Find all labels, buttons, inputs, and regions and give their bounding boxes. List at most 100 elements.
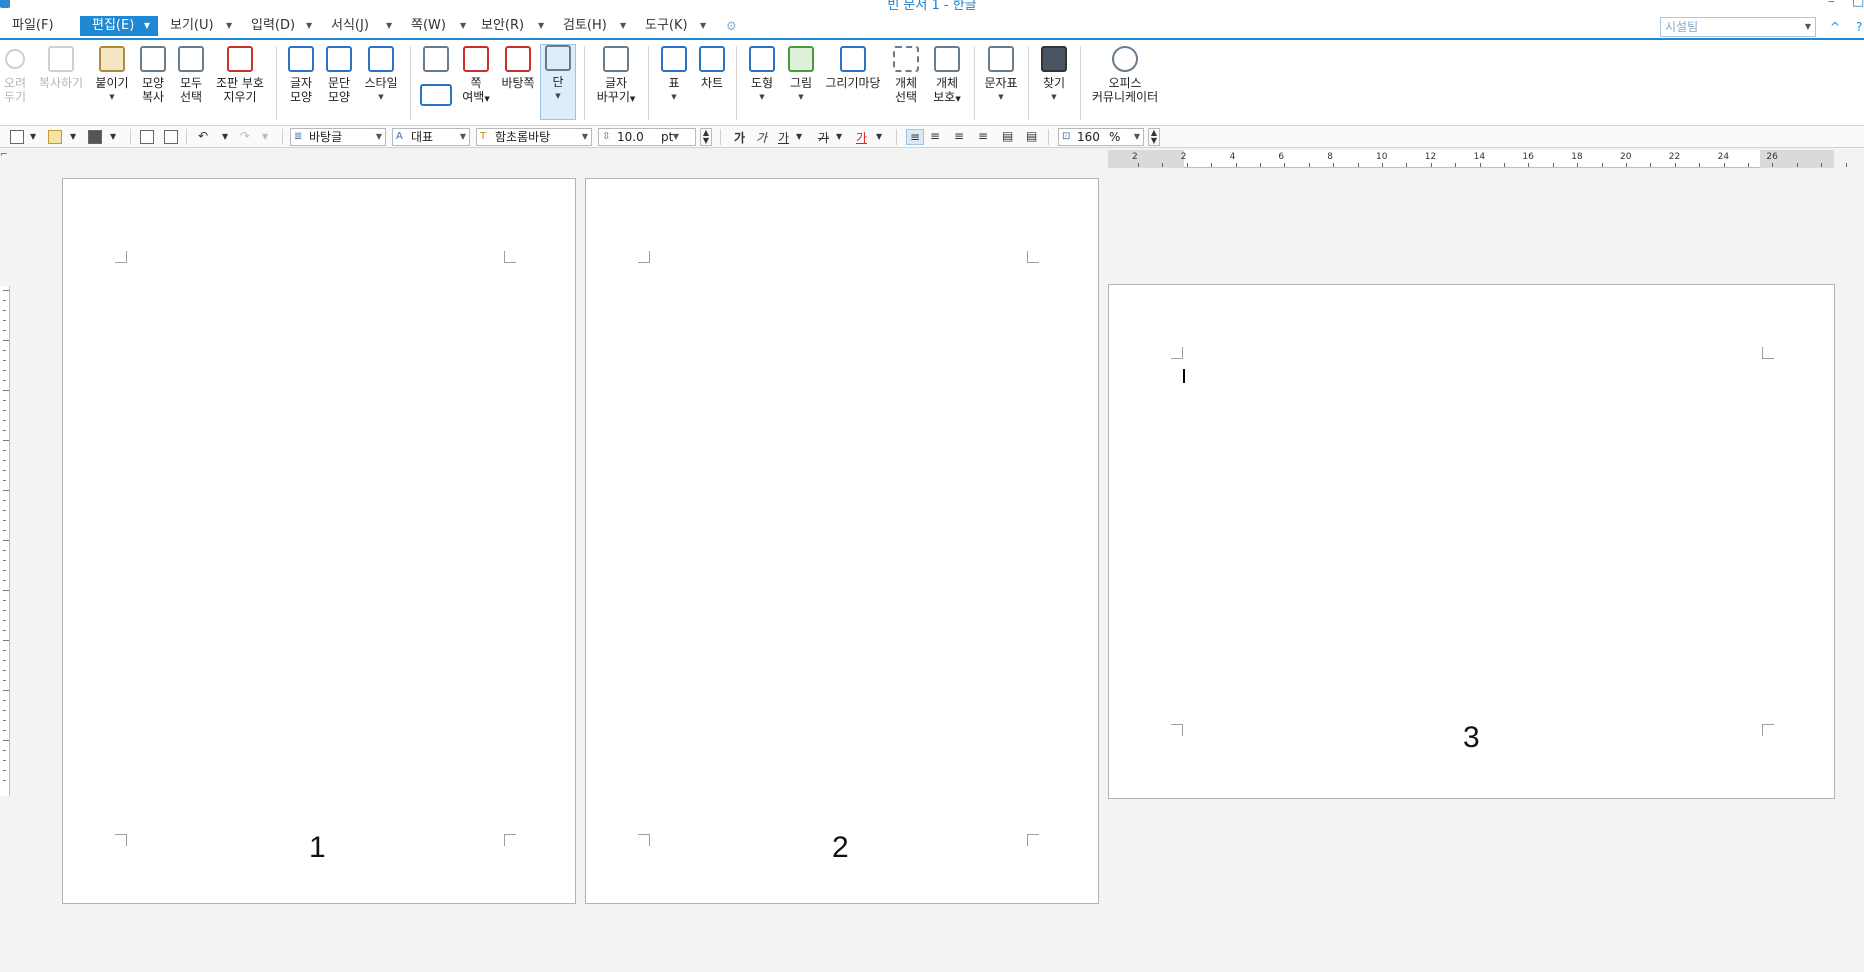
page-layout-button[interactable] [418,46,454,106]
font-select[interactable]: T 함초롬바탕 ▼ [476,128,592,146]
align-justify-icon[interactable]: ≡ [906,129,924,145]
ribbon-collapse-button[interactable]: ^ [1830,20,1840,34]
menu-tools-dropdown[interactable]: ▼ [700,16,706,36]
picture-button[interactable]: 그림 ▼ [784,46,818,104]
zoom-select[interactable]: ⊡ 160 % ▼ [1058,128,1144,146]
char-shape-icon [288,46,314,72]
ruler-corner[interactable]: ⌐ [0,150,10,168]
copy-button[interactable]: 복사하기 [36,46,86,90]
help-button[interactable]: ? [1856,20,1862,34]
ruler-number: 20 [1620,152,1632,162]
customize-icon[interactable]: ⚙ [726,16,737,36]
menu-review-dropdown[interactable]: ▼ [620,16,626,36]
vertical-ruler[interactable] [0,286,10,796]
menu-review[interactable]: 검토(H) [559,16,611,36]
object-protect-button[interactable]: 개체 보호▼ [928,46,966,106]
menu-security[interactable]: 보안(R) [477,16,528,36]
align-center-icon[interactable]: ≡ [954,129,964,143]
page-number: 2 [832,831,849,864]
underline-button[interactable]: 가 [778,129,789,146]
page-3[interactable]: 3 [1108,284,1835,799]
undo-icon[interactable]: ↶ [198,129,208,143]
underline-dropdown[interactable]: ▼ [796,132,802,141]
menu-insert-dropdown[interactable]: ▼ [306,16,312,36]
undo-dropdown[interactable]: ▼ [222,132,228,141]
menu-view-dropdown[interactable]: ▼ [226,16,232,36]
open-dropdown[interactable]: ▼ [70,132,76,141]
menu-tools[interactable]: 도구(K) [641,16,692,36]
table-button[interactable]: 표 ▼ [658,46,690,104]
chart-button[interactable]: 차트 [696,46,728,90]
format-copy-button[interactable]: 모양 복사 [138,46,168,104]
office-community-button[interactable]: 오피스 커뮤니케이터 [1088,46,1162,104]
page-2[interactable]: 2 [585,178,1099,904]
ruler-tick [3,530,6,531]
restore-button[interactable]: □ [1852,0,1864,9]
ruler-tick [3,550,6,551]
ruler-tick [3,730,6,731]
char-shape-button[interactable]: 글자 모양 [286,46,316,104]
para-shape-button[interactable]: 문단 모양 [324,46,354,104]
new-document-dropdown[interactable]: ▼ [30,132,36,141]
select-all-button[interactable]: 모두 선택 [176,46,206,104]
redo-icon[interactable]: ↷ [240,129,250,143]
chevron-down-icon: ▼ [555,92,561,100]
page-1[interactable]: 1 [62,178,576,904]
charmap-button[interactable]: 문자표 ▼ [982,46,1020,104]
align-left-icon[interactable]: ≡ [930,129,940,143]
font-size-input[interactable]: ⇳ 10.0 pt ▼ [598,128,696,146]
style-button[interactable]: 스타일 ▼ [360,46,402,104]
object-select-button[interactable]: 개체 선택 [890,46,922,104]
save-dropdown[interactable]: ▼ [110,132,116,141]
zoom-stepper[interactable]: ▲ ▼ [1148,128,1160,146]
print-icon[interactable] [140,130,154,144]
font-color-dropdown[interactable]: ▼ [876,132,882,141]
lock-icon [934,46,960,72]
menu-security-dropdown[interactable]: ▼ [538,16,544,36]
master-page-button[interactable]: 바탕쪽 [498,46,538,90]
strike-dropdown[interactable]: ▼ [836,132,842,141]
align-divide-icon[interactable]: ▤ [1026,129,1037,143]
minimize-button[interactable]: – [1828,0,1835,9]
remove-marks-button[interactable]: 조판 부호 지우기 [212,46,268,104]
redo-dropdown[interactable]: ▼ [262,132,268,141]
menu-insert[interactable]: 입력(D) [247,16,299,36]
menu-file[interactable]: 파일(F) [8,16,58,36]
separator [186,129,187,145]
open-folder-icon[interactable] [48,130,62,144]
font-color-button[interactable]: 가 [856,129,867,146]
italic-button[interactable]: 가 [756,129,767,146]
shape-button[interactable]: 도형 ▼ [746,46,778,104]
save-icon[interactable] [88,130,102,144]
ruler-number: 2 [1132,152,1138,162]
style-select[interactable]: ≣ 바탕글 ▼ [290,128,386,146]
style-name-combo[interactable]: 시설팀 ▼ [1660,17,1816,37]
menu-page-dropdown[interactable]: ▼ [460,16,466,36]
bold-button[interactable]: 가 [734,129,745,146]
replace-button[interactable]: 글자 바꾸기▼ [594,46,638,106]
page-margin-button[interactable]: 쪽 여백▼ [460,46,492,106]
ruler-number: 24 [1717,152,1730,162]
menu-format-dropdown[interactable]: ▼ [386,16,392,36]
ruler-tick [1674,163,1676,167]
preview-icon[interactable] [164,130,178,144]
ruler-tick [3,640,9,641]
draw-pad-button[interactable]: 그리기마당 [822,46,884,90]
find-button[interactable]: 찾기 ▼ [1038,46,1070,104]
document-workspace[interactable]: 1 2 3 [10,168,1864,972]
menu-format[interactable]: 서식(J) [327,16,373,36]
paste-button[interactable]: 붙이기 ▼ [92,46,132,104]
align-right-icon[interactable]: ≡ [978,129,988,143]
font-size-stepper[interactable]: ▲ ▼ [700,128,712,146]
columns-button[interactable]: 단 ▼ [540,44,576,120]
new-document-icon[interactable] [10,130,24,144]
align-distribute-icon[interactable]: ▤ [1002,129,1013,143]
horizontal-ruler[interactable]: 2 2 4 6 8 10 12 14 16 18 20 22 24 26 [1108,150,1847,168]
language-select[interactable]: A 대표 ▼ [392,128,470,146]
menu-page[interactable]: 쪽(W) [407,16,450,36]
menu-edit-dropdown[interactable]: ▼ [136,16,158,36]
separator [720,129,721,145]
menu-view[interactable]: 보기(U) [166,16,218,36]
strikethrough-button[interactable]: 가 [818,129,829,146]
cut-button[interactable]: 오려 두기 [2,46,28,104]
